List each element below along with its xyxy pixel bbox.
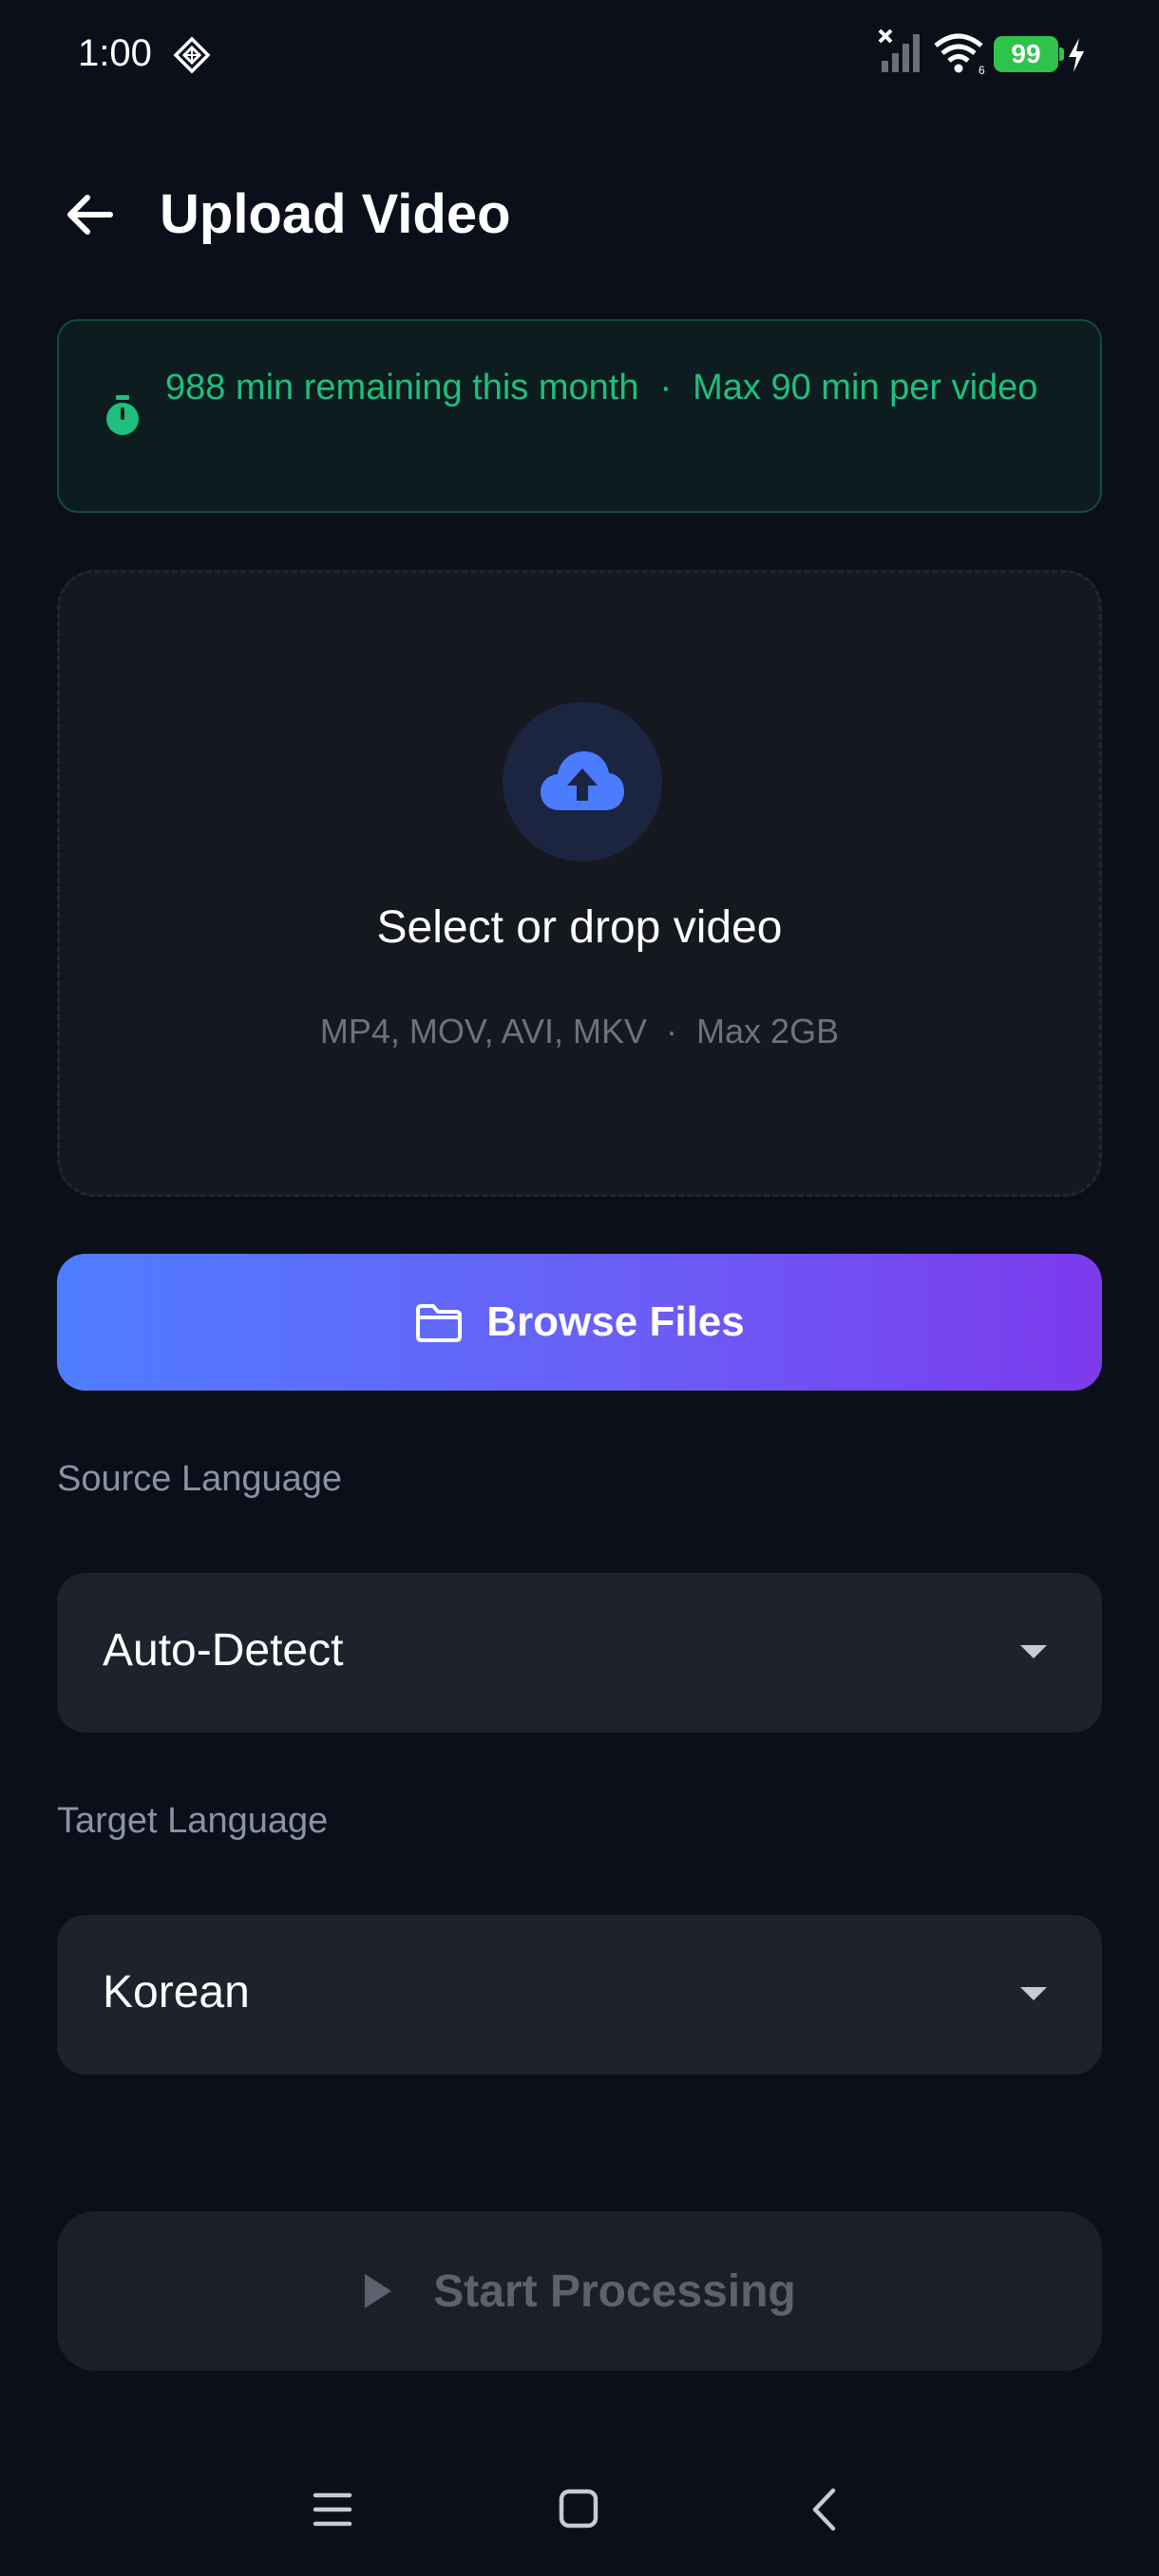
home-icon[interactable] xyxy=(559,2489,598,2529)
source-language-value: Auto-Detect xyxy=(103,1625,344,1676)
source-language-select[interactable]: Auto-Detect xyxy=(57,1573,1102,1733)
dropzone-subtitle: MP4, MOV, AVI, MKV · Max 2GB xyxy=(60,1012,1099,1051)
source-language-label: Source Language xyxy=(57,1459,343,1499)
page-title: Upload Video xyxy=(160,183,511,245)
video-dropzone[interactable]: Select or drop video MP4, MOV, AVI, MKV … xyxy=(57,570,1102,1197)
dropdown-caret-icon xyxy=(1020,1645,1047,1658)
charging-icon xyxy=(1069,38,1084,72)
menu-icon[interactable] xyxy=(312,2491,353,2529)
wifi-icon: 6 xyxy=(934,33,985,76)
status-time: 1:00 xyxy=(78,32,152,74)
folder-icon xyxy=(416,1304,463,1342)
dropdown-caret-icon xyxy=(1020,1987,1047,2000)
start-processing-label: Start Processing xyxy=(433,2265,796,2317)
dropzone-formats: MP4, MOV, AVI, MKV xyxy=(319,1012,648,1051)
quota-max: Max 90 min per video xyxy=(693,368,1038,407)
diamond-icon xyxy=(173,36,211,74)
signal-icon xyxy=(878,28,920,72)
quota-notice: 988 min remaining this month · Max 90 min … xyxy=(57,319,1102,513)
quota-separator: · xyxy=(659,368,673,407)
browse-files-button[interactable]: Browse Files xyxy=(57,1254,1102,1391)
back-arrow-icon[interactable] xyxy=(61,186,118,243)
upload-icon-circle xyxy=(503,702,662,862)
dropzone-separator: · xyxy=(666,1012,678,1051)
dropzone-title: Select or drop video xyxy=(376,902,783,953)
quota-text: 988 min remaining this month · Max 90 min … xyxy=(165,353,1077,422)
target-language-label: Target Language xyxy=(57,1801,329,1841)
stopwatch-icon xyxy=(106,395,139,435)
play-icon xyxy=(365,2274,392,2308)
status-bar: 1:00 6 99 xyxy=(0,0,1159,114)
browse-files-label: Browse Files xyxy=(486,1298,745,1345)
battery-level: 99 xyxy=(1011,39,1041,68)
cloud-upload-icon xyxy=(541,751,624,810)
svg-text:6: 6 xyxy=(978,64,985,76)
quota-remaining: 988 min remaining this month xyxy=(165,368,639,407)
dropzone-max-size: Max 2GB xyxy=(696,1012,840,1051)
target-language-value: Korean xyxy=(103,1967,250,2017)
target-language-select[interactable]: Korean xyxy=(57,1915,1102,2074)
start-processing-button[interactable]: Start Processing xyxy=(57,2211,1102,2371)
battery-icon: 99 xyxy=(994,36,1064,72)
back-nav-icon[interactable] xyxy=(809,2487,838,2532)
